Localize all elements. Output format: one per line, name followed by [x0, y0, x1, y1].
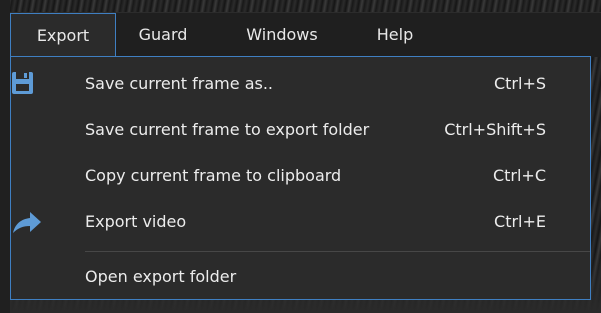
export-dropdown-menu: Save current frame as.. Ctrl+S Save curr…	[10, 56, 591, 300]
menu-separator	[85, 251, 590, 252]
menu-item-label: Save current frame to export folder	[85, 120, 370, 139]
menu-item-label: Open export folder	[85, 267, 237, 286]
menu-windows[interactable]: Windows	[236, 13, 328, 57]
menu-bar: Export Guard Windows Help	[10, 12, 601, 58]
app-window: Export Guard Windows Help Save current f…	[0, 0, 601, 313]
menu-item-shortcut: Ctrl+E	[494, 212, 546, 231]
window-edge	[0, 0, 10, 313]
menu-item-copy-to-clipboard[interactable]: Copy current frame to clipboard Ctrl+C	[11, 154, 590, 198]
menu-item-save-to-export-folder[interactable]: Save current frame to export folder Ctrl…	[11, 108, 590, 152]
menu-item-label: Copy current frame to clipboard	[85, 166, 342, 185]
menu-item-shortcut: Ctrl+Shift+S	[444, 120, 546, 139]
menu-help[interactable]: Help	[368, 13, 422, 57]
menu-item-shortcut: Ctrl+S	[493, 74, 546, 93]
menu-item-open-export-folder[interactable]: Open export folder	[11, 255, 590, 299]
menu-export[interactable]: Export	[10, 13, 116, 58]
menu-item-export-video[interactable]: Export video Ctrl+E	[11, 200, 590, 244]
menu-item-shortcut: Ctrl+C	[492, 166, 546, 185]
menu-item-label: Export video	[85, 212, 187, 231]
menu-guard[interactable]: Guard	[128, 13, 198, 57]
save-icon	[11, 62, 51, 106]
menu-item-label: Save current frame as..	[85, 74, 274, 93]
menu-item-save-frame-as[interactable]: Save current frame as.. Ctrl+S	[11, 62, 590, 106]
share-arrow-icon	[11, 200, 51, 244]
